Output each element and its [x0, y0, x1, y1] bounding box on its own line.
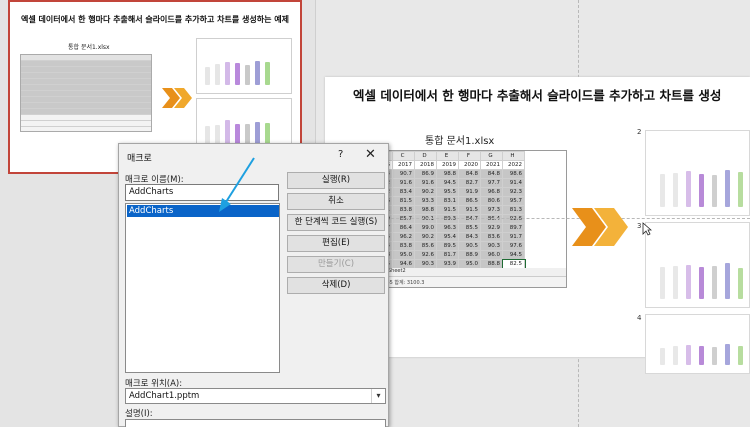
annotation-arrow-icon	[219, 157, 255, 212]
screenshot-stage: 엑셀 데이터에서 한 행마다 추출해서 슬라이드를 추가하고 차트를 생성하는 …	[0, 0, 750, 427]
